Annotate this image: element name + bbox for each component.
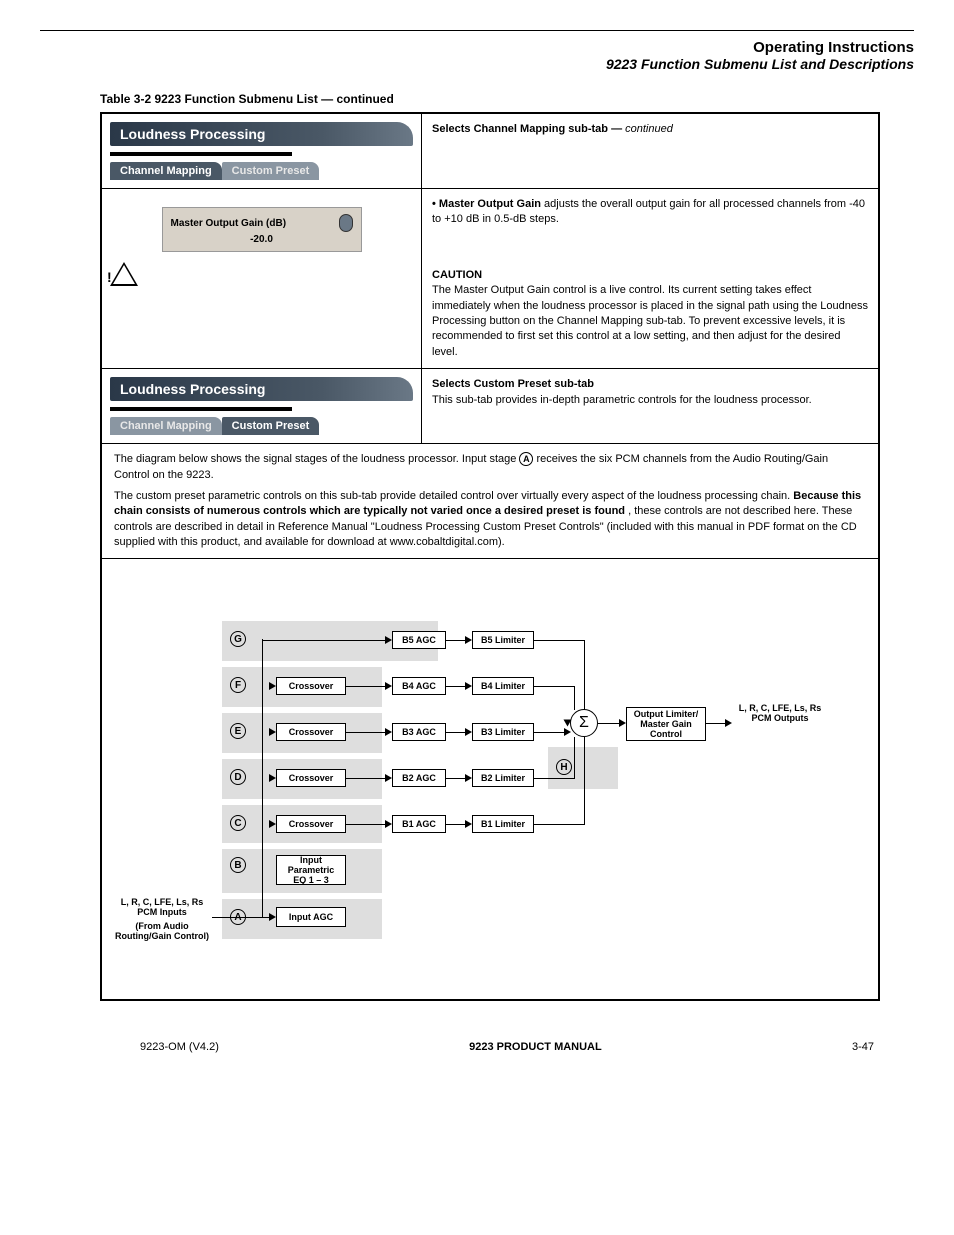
- slider-knob-icon[interactable]: [339, 214, 353, 232]
- b1-agc: B1 AGC: [392, 815, 446, 833]
- slider-value: -20.0: [171, 234, 353, 245]
- tab-custom-preset-2[interactable]: Custom Preset: [222, 417, 320, 435]
- tab-channel-mapping[interactable]: Channel Mapping: [110, 162, 222, 180]
- b5-limiter: B5 Limiter: [472, 631, 534, 649]
- pcm-inputs-label: L, R, C, LFE, Ls, Rs PCM Inputs (From Au…: [112, 897, 212, 941]
- b3-limiter: B3 Limiter: [472, 723, 534, 741]
- channel-mapping-desc-title: Selects Channel Mapping sub-tab —: [432, 123, 622, 135]
- header-line1: Operating Instructions: [40, 39, 914, 56]
- b4-agc: B4 AGC: [392, 677, 446, 695]
- b2-limiter: B2 Limiter: [472, 769, 534, 787]
- crossover-4: Crossover: [276, 677, 346, 695]
- tab-custom-preset[interactable]: Custom Preset: [222, 162, 320, 180]
- b3-agc: B3 AGC: [392, 723, 446, 741]
- custom-preset-desc: This sub-tab provides in-depth parametri…: [432, 393, 868, 408]
- input-agc-block: Input AGC: [276, 907, 346, 927]
- footer-left: 9223-OM (V4.2): [140, 1041, 219, 1053]
- b5-agc: B5 AGC: [392, 631, 446, 649]
- gain-bullet: • Master Output Gain: [432, 198, 541, 210]
- tab-channel-mapping-2[interactable]: Channel Mapping: [110, 417, 222, 435]
- b2-agc: B2 AGC: [392, 769, 446, 787]
- sum-node: Σ: [570, 709, 598, 737]
- caution-text: The Master Output Gain control is a live…: [432, 283, 868, 360]
- loudness-processing-title-2: Loudness Processing: [110, 377, 413, 401]
- crossover-3: Crossover: [276, 723, 346, 741]
- page-header: Operating Instructions 9223 Function Sub…: [40, 39, 914, 72]
- main-table: Loudness Processing Channel Mapping Cust…: [100, 112, 880, 1001]
- header-line2: 9223 Function Submenu List and Descripti…: [40, 56, 914, 72]
- input-eq-block: Input Parametric EQ 1 – 3: [276, 855, 346, 885]
- page-footer: 9223-OM (V4.2) 9223 PRODUCT MANUAL 3-47: [140, 1041, 874, 1053]
- signal-flow-diagram: A B C D E F G H L, R, C, LFE, Ls, Rs PCM…: [112, 579, 868, 969]
- pcm-outputs-label: L, R, C, LFE, Ls, Rs PCM Outputs: [732, 703, 828, 723]
- loudness-processing-title: Loudness Processing: [110, 122, 413, 146]
- master-output-gain-slider[interactable]: Master Output Gain (dB) -20.0: [162, 207, 362, 252]
- footer-mid: 9223 PRODUCT MANUAL: [469, 1041, 602, 1053]
- b4-limiter: B4 Limiter: [472, 677, 534, 695]
- footer-right: 3-47: [852, 1041, 874, 1053]
- b1-limiter: B1 Limiter: [472, 815, 534, 833]
- crossover-1: Crossover: [276, 815, 346, 833]
- marker-a-inline: A: [519, 452, 533, 466]
- output-limiter-block: Output Limiter/ Master Gain Control: [626, 707, 706, 741]
- custom-preset-title: Selects Custom Preset sub-tab: [432, 378, 594, 390]
- caution-label: CAUTION: [432, 269, 482, 281]
- warning-icon: [110, 262, 138, 286]
- crossover-2: Crossover: [276, 769, 346, 787]
- table-caption: Table 3-2 9223 Function Submenu List — c…: [100, 92, 914, 106]
